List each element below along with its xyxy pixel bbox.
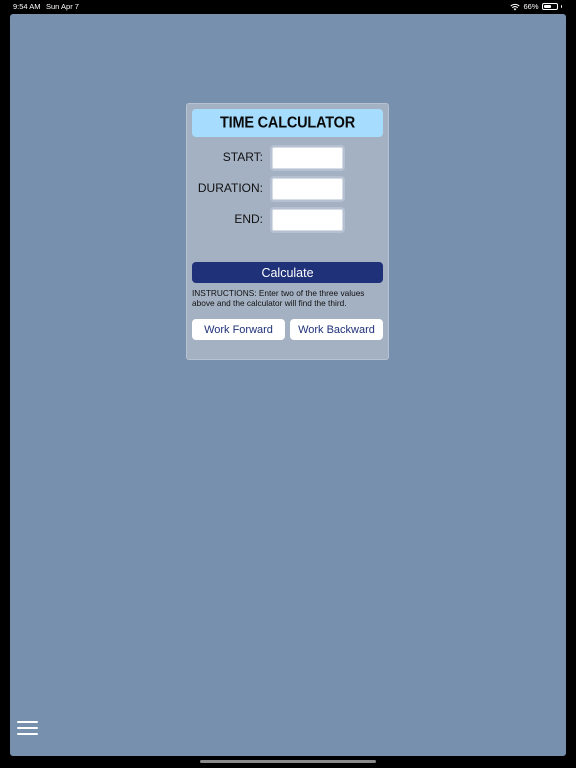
calculate-button[interactable]: Calculate (192, 262, 383, 283)
status-indicators: 66% (510, 0, 562, 13)
battery-percent: 66% (523, 2, 539, 11)
duration-input[interactable] (272, 178, 343, 200)
start-input[interactable] (272, 147, 343, 169)
start-label: START: (222, 150, 263, 164)
duration-label: DURATION: (197, 181, 263, 195)
instructions-text: INSTRUCTIONS: Enter two of the three val… (192, 288, 365, 308)
end-label: END: (234, 212, 263, 226)
status-bar: 9:54 AM Sun Apr 7 66% (0, 0, 576, 13)
hamburger-menu-icon[interactable] (17, 720, 38, 736)
work-backward-button[interactable]: Work Backward (290, 319, 383, 340)
battery-icon (541, 3, 558, 10)
status-time: 9:54 AM (13, 2, 41, 11)
calculator-header: TIME CALCULATOR (192, 109, 383, 137)
home-indicator (200, 760, 376, 763)
end-input[interactable] (272, 209, 343, 231)
time-calculator-panel: TIME CALCULATOR START: DURATION: END: Ca… (186, 103, 389, 360)
status-date: Sun Apr 7 (46, 2, 79, 11)
wifi-icon (510, 3, 521, 10)
work-forward-button[interactable]: Work Forward (192, 319, 285, 340)
calculator-title: TIME CALCULATOR (219, 114, 355, 132)
